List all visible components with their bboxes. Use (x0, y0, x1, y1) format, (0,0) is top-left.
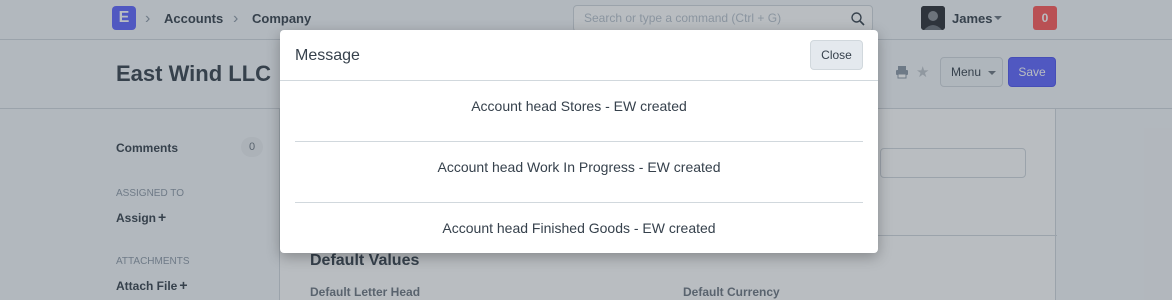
message-row: Account head Work In Progress - EW creat… (295, 142, 863, 203)
message-dialog: Message Close Account head Stores - EW c… (280, 30, 878, 253)
modal-title: Message (295, 47, 360, 64)
message-row: Account head Stores - EW created (295, 81, 863, 142)
close-button[interactable]: Close (810, 40, 863, 70)
message-row: Account head Finished Goods - EW created (442, 220, 716, 236)
modal-header: Message Close (280, 30, 878, 81)
